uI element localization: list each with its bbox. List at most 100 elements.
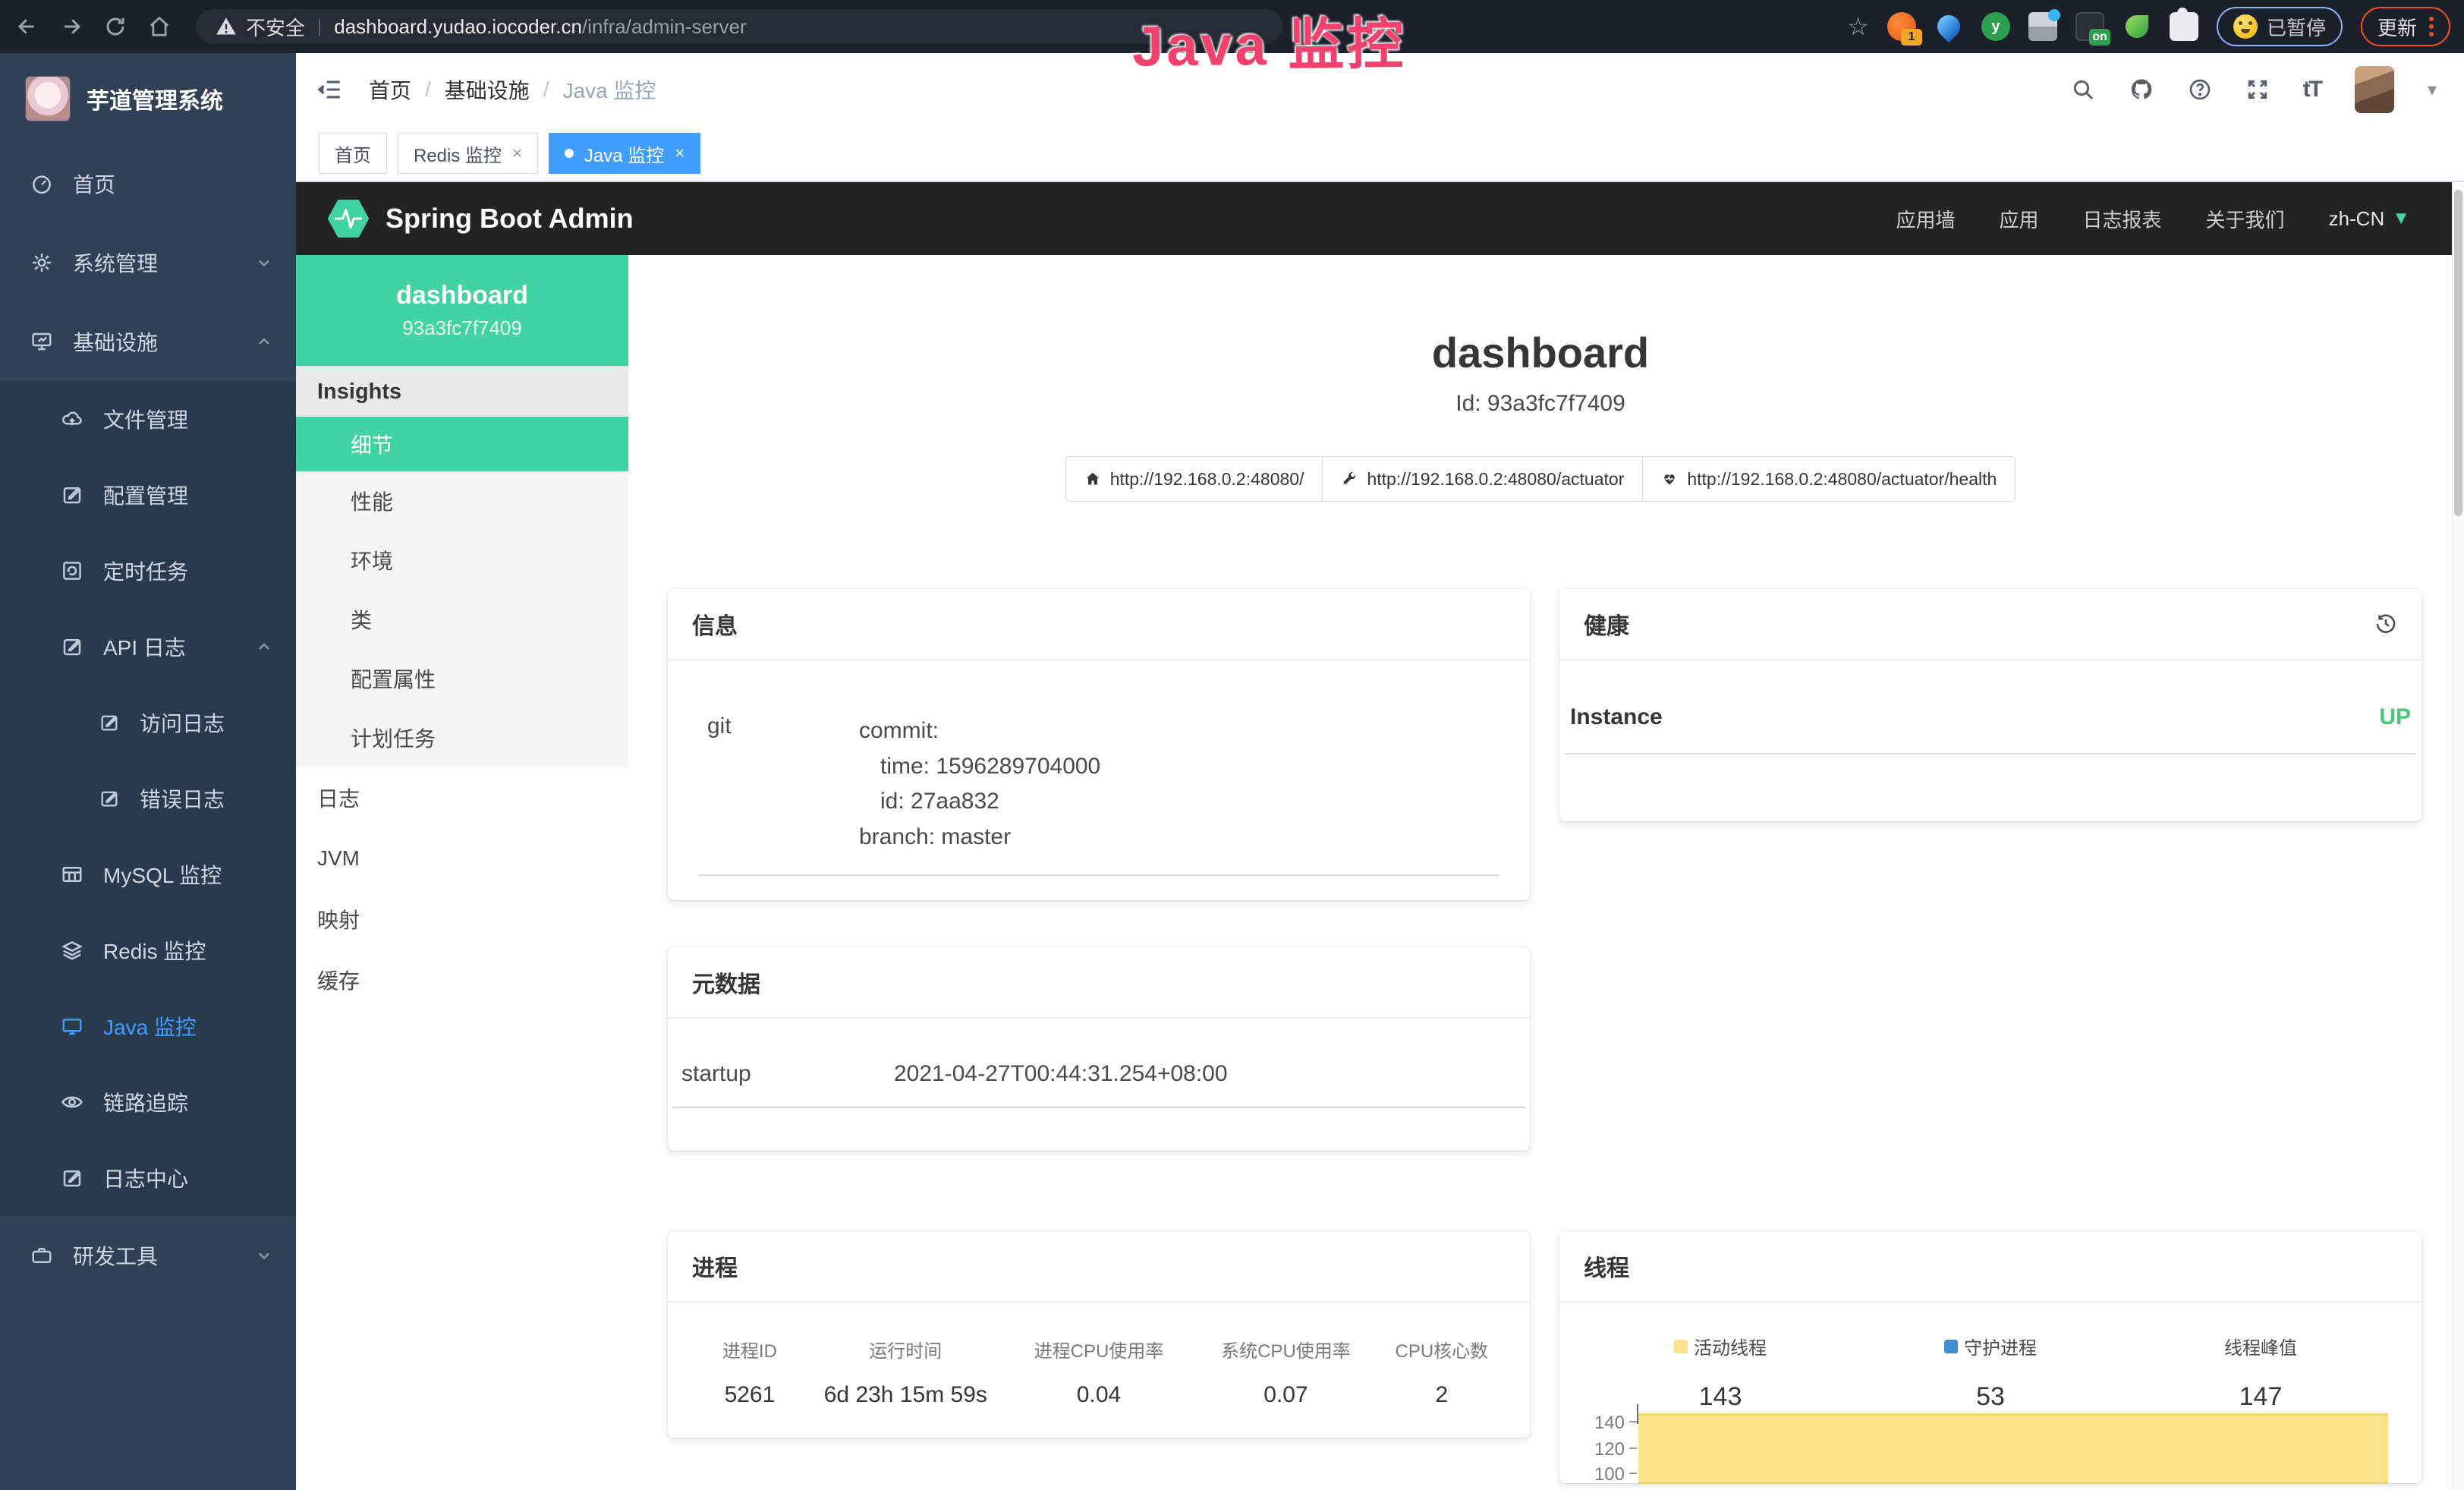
sba-menu-mappings[interactable]: 映射 — [296, 889, 628, 950]
sba-menu-jvm[interactable]: JVM — [296, 828, 628, 889]
security-label: 不安全 — [246, 13, 305, 41]
tab-label: Java 监控 — [584, 140, 664, 167]
browser-forward-icon[interactable] — [55, 10, 88, 43]
sidebar-item-java-monitor[interactable]: Java 监控 — [0, 988, 296, 1064]
sidebar-item-home[interactable]: 首页 — [0, 144, 296, 223]
extensions-puzzle-icon[interactable] — [2170, 12, 2198, 41]
vertical-scrollbar[interactable] — [2452, 182, 2464, 1490]
health-card: 健康 Instance UP — [1559, 589, 2422, 821]
sba-menu-logs[interactable]: 日志 — [296, 767, 628, 828]
scrollbar-thumb[interactable] — [2454, 190, 2462, 516]
sba-nav-applications[interactable]: 应用 — [2000, 205, 2039, 233]
sba-nav-wallboard[interactable]: 应用墙 — [1896, 205, 1956, 233]
health-instance-row[interactable]: Instance UP — [1566, 704, 2415, 754]
user-avatar[interactable] — [2355, 66, 2394, 113]
wrench-icon — [1341, 471, 1358, 487]
service-url-button[interactable]: http://192.168.0.2:48080/ — [1065, 456, 1323, 502]
sba-nav-about[interactable]: 关于我们 — [2206, 205, 2285, 233]
address-bar[interactable]: 不安全 | dashboard.yudao.iocoder.cn/infra/a… — [196, 9, 1282, 44]
sidebar-item-config[interactable]: 配置管理 — [0, 457, 296, 533]
actuator-url-button[interactable]: http://192.168.0.2:48080/actuator — [1322, 456, 1643, 502]
edit-square-icon — [99, 788, 120, 809]
card-title: 健康 — [1584, 607, 1629, 641]
health-url-button[interactable]: http://192.168.0.2:48080/actuator/health — [1642, 456, 2016, 502]
sba-locale-select[interactable]: zh-CN ▼ — [2329, 207, 2410, 231]
sidebar-item-error-log[interactable]: 错误日志 — [0, 761, 296, 836]
sidebar-item-infra[interactable]: 基础设施 — [0, 302, 296, 381]
breadcrumb-infra[interactable]: 基础设施 — [445, 74, 530, 105]
extension-grid-icon[interactable] — [2028, 12, 2057, 41]
sba-brand[interactable]: Spring Boot Admin — [328, 198, 634, 239]
instance-header[interactable]: dashboard 93a3fc7f7409 — [296, 255, 628, 366]
sidebar-item-access-log[interactable]: 访问日志 — [0, 685, 296, 761]
sba-menu-environment[interactable]: 环境 — [296, 531, 628, 590]
sidebar-item-files[interactable]: 文件管理 — [0, 381, 296, 457]
info-card: 信息 git commit: time: 1596289704000 id: 2… — [668, 589, 1530, 900]
heartbeat-icon — [1661, 471, 1678, 487]
edit-square-icon — [99, 712, 120, 733]
sba-nav-journal[interactable]: 日志报表 — [2083, 205, 2162, 233]
help-icon[interactable] — [2188, 77, 2212, 102]
profile-paused-pill[interactable]: 已暂停 — [2217, 7, 2343, 46]
sidebar-fold-icon[interactable] — [317, 77, 343, 102]
url-host: dashboard.yudao.iocoder.cn — [334, 15, 582, 39]
fullscreen-icon[interactable] — [2245, 77, 2270, 102]
y-tick: 100 — [1581, 1464, 1625, 1485]
column-header: 运行时间 — [806, 1336, 1005, 1382]
metadata-card: 元数据 startup 2021-04-27T00:44:31.254+08:0… — [668, 947, 1530, 1151]
browser-menu-icon[interactable] — [2429, 17, 2434, 36]
metadata-row-label: startup — [681, 1061, 894, 1087]
browser-back-icon[interactable] — [11, 10, 44, 43]
close-icon[interactable]: × — [512, 143, 522, 163]
history-icon[interactable] — [2374, 613, 2397, 635]
sidebar-item-api-log[interactable]: API 日志 — [0, 609, 296, 685]
app-logo-row[interactable]: 芋道管理系统 — [0, 53, 296, 144]
legend-live: 活动线程 — [1585, 1333, 1855, 1382]
breadcrumb-home[interactable]: 首页 — [369, 74, 411, 105]
instance-name: dashboard — [396, 281, 528, 310]
sidebar-item-system[interactable]: 系统管理 — [0, 223, 296, 302]
sidebar-item-jobs[interactable]: 定时任务 — [0, 533, 296, 609]
sidebar-item-dev-tools[interactable]: 研发工具 — [0, 1216, 296, 1295]
sidebar-item-mysql[interactable]: MySQL 监控 — [0, 836, 296, 912]
paused-label: 已暂停 — [2267, 13, 2326, 41]
extension-y-icon[interactable]: y — [1981, 12, 2010, 41]
tab-redis-monitor[interactable]: Redis 监控 × — [398, 133, 538, 174]
sba-menu-caches[interactable]: 缓存 — [296, 950, 628, 1010]
bookmark-star-icon[interactable]: ☆ — [1847, 14, 1869, 39]
github-icon[interactable] — [2129, 77, 2154, 102]
close-icon[interactable]: × — [675, 143, 684, 163]
sba-menu-config-props[interactable]: 配置属性 — [296, 649, 628, 708]
extension-colorzilla-icon[interactable]: 1 — [1887, 12, 1916, 41]
browser-reload-icon[interactable] — [99, 10, 132, 43]
sba-menu-details[interactable]: 细节 — [296, 417, 628, 471]
search-icon[interactable] — [2071, 77, 2095, 102]
sba-instance-sidebar: dashboard 93a3fc7f7409 Insights 细节 性能 环境… — [296, 255, 628, 1490]
sba-menu-metrics[interactable]: 性能 — [296, 471, 628, 531]
sidebar-item-log-center[interactable]: 日志中心 — [0, 1140, 296, 1216]
health-row-label: Instance — [1570, 704, 1663, 730]
health-url: http://192.168.0.2:48080/actuator/health — [1687, 469, 1997, 490]
chrome-update-button[interactable]: 更新 — [2361, 7, 2450, 46]
extension-leaf-icon[interactable] — [2123, 12, 2151, 41]
font-size-icon[interactable]: tT — [2303, 77, 2321, 102]
sba-header: Spring Boot Admin 应用墙 应用 日志报表 关于我们 zh-CN… — [296, 182, 2453, 255]
table-icon — [61, 863, 83, 886]
actuator-url: http://192.168.0.2:48080/actuator — [1367, 469, 1624, 490]
sidebar-item-redis[interactable]: Redis 监控 — [0, 912, 296, 988]
tab-home[interactable]: 首页 — [319, 133, 387, 174]
column-header: 进程CPU使用率 — [1005, 1336, 1192, 1382]
sba-menu-classes[interactable]: 类 — [296, 590, 628, 649]
tab-java-monitor[interactable]: Java 监控 × — [549, 133, 700, 174]
sba-menu-scheduled-tasks[interactable]: 计划任务 — [296, 708, 628, 767]
extension-dark-icon[interactable]: on — [2075, 12, 2104, 41]
sidebar-item-label: 文件管理 — [103, 404, 188, 434]
extension-pin-icon[interactable] — [1934, 12, 1963, 41]
user-menu-caret-icon[interactable]: ▾ — [2428, 79, 2437, 101]
legend-yellow-swatch — [1674, 1340, 1688, 1353]
browser-home-icon[interactable] — [143, 10, 176, 43]
sidebar-item-tracing[interactable]: 链路追踪 — [0, 1064, 296, 1140]
process-cpu: 0.04 — [1005, 1382, 1192, 1408]
legend-blue-swatch — [1944, 1340, 1958, 1353]
sidebar-item-label: 首页 — [73, 169, 115, 199]
